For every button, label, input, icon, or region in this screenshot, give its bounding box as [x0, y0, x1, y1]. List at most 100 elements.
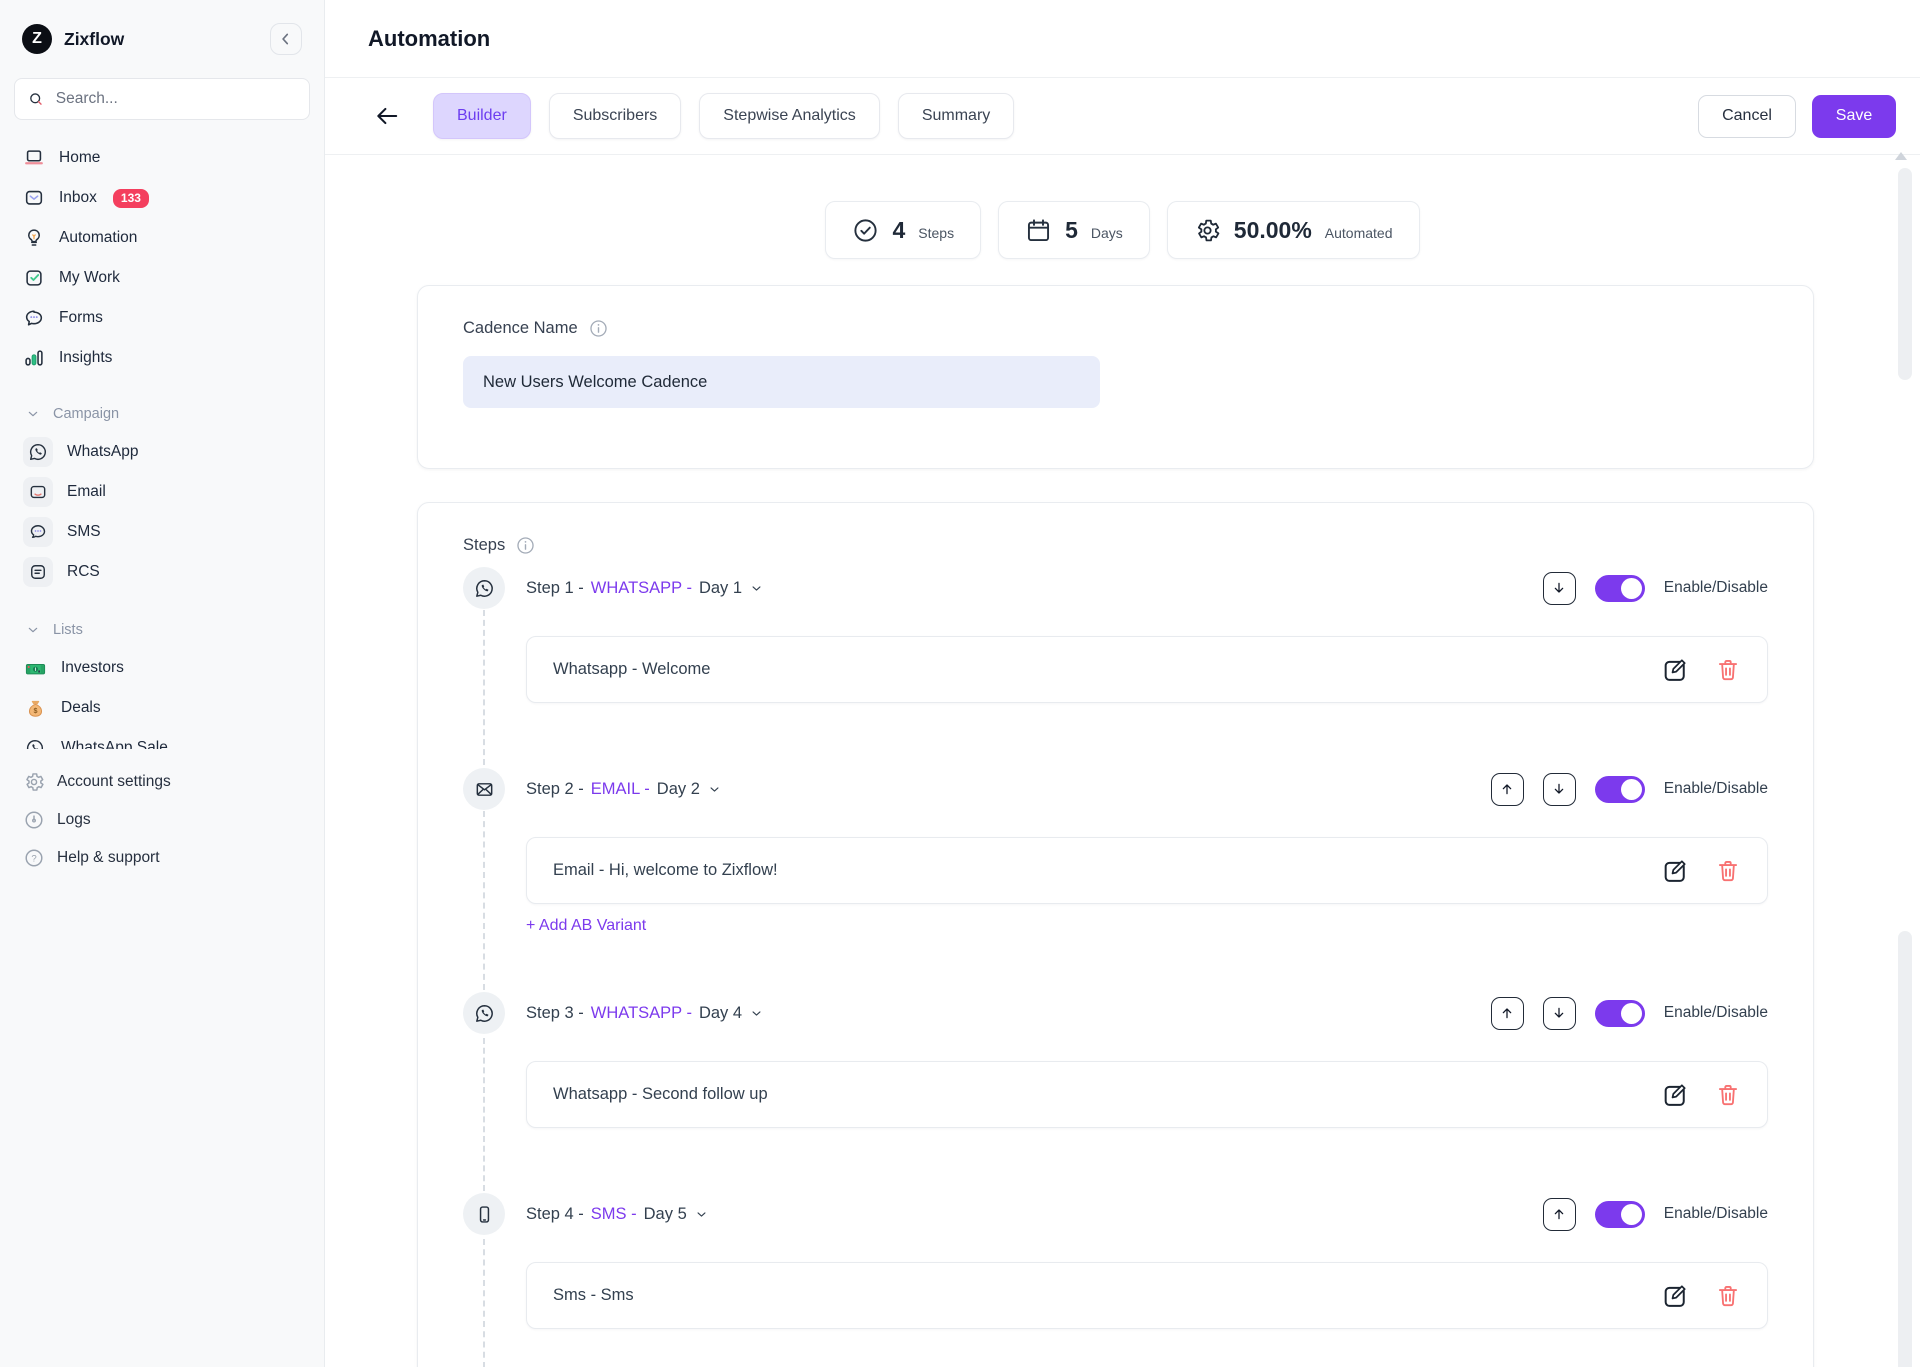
enable-disable-toggle[interactable]: [1595, 1201, 1645, 1228]
toolbar-actions: Cancel Save: [1698, 95, 1896, 138]
sidebar-item-home[interactable]: Home: [14, 138, 310, 178]
sidebar-item-label: Email: [67, 483, 106, 501]
step-2-title-dropdown[interactable]: Step 2 - EMAIL - Day 2: [526, 780, 722, 799]
enable-disable-toggle[interactable]: [1595, 1000, 1645, 1027]
enable-disable-toggle[interactable]: [1595, 575, 1645, 602]
step-1-header: Step 1 - WHATSAPP - Day 1 Enable/Disable: [463, 564, 1768, 612]
scrollbar-up-arrow[interactable]: [1895, 152, 1907, 160]
tab-stepwise-analytics[interactable]: Stepwise Analytics: [699, 93, 880, 139]
steps-panel: Steps Step 1 - WHATSAPP - Day 1: [417, 502, 1814, 1367]
edit-step-button[interactable]: [1661, 656, 1689, 684]
tab-builder[interactable]: Builder: [433, 93, 531, 139]
sidebar-item-inbox[interactable]: Inbox 133: [14, 178, 310, 218]
cadence-name-panel: Cadence Name: [417, 285, 1814, 469]
banknotes-icon: [23, 656, 47, 680]
move-step-down-button[interactable]: [1543, 773, 1576, 806]
step-4-title-dropdown[interactable]: Step 4 - SMS - Day 5: [526, 1205, 709, 1224]
move-step-up-button[interactable]: [1491, 773, 1524, 806]
arrow-up-icon: [1499, 1005, 1515, 1021]
tab-summary[interactable]: Summary: [898, 93, 1014, 139]
move-step-up-button[interactable]: [1491, 997, 1524, 1030]
edit-pencil-icon: [1661, 1081, 1689, 1109]
add-ab-variant-link[interactable]: + Add AB Variant: [526, 917, 646, 935]
sidebar-item-account-settings[interactable]: Account settings: [14, 763, 310, 801]
cancel-button[interactable]: Cancel: [1698, 95, 1796, 138]
lists-section-header[interactable]: Lists: [14, 612, 310, 648]
arrow-down-icon: [1551, 1005, 1567, 1021]
page-header: Automation: [325, 0, 1920, 78]
sidebar-item-sms[interactable]: SMS: [14, 512, 310, 552]
stat-unit: Steps: [918, 225, 954, 241]
delete-step-button[interactable]: [1715, 1283, 1741, 1309]
toggle-label: Enable/Disable: [1664, 1205, 1768, 1223]
step-4-header: Step 4 - SMS - Day 5 Enable/Disable: [463, 1190, 1768, 1238]
sidebar-item-whatsapp[interactable]: WhatsApp: [14, 432, 310, 472]
trash-icon: [1715, 657, 1741, 683]
sidebar-item-label: Automation: [59, 229, 137, 247]
sidebar-item-label: RCS: [67, 563, 100, 581]
sidebar-item-email[interactable]: Email: [14, 472, 310, 512]
sidebar-item-automation[interactable]: Automation: [14, 218, 310, 258]
save-button[interactable]: Save: [1812, 95, 1896, 138]
chevron-left-icon: [276, 29, 296, 49]
form-bubble-icon: [23, 307, 45, 329]
search-input[interactable]: [56, 90, 297, 108]
sidebar-item-my-work[interactable]: My Work: [14, 258, 310, 298]
gear-icon: [1194, 217, 1221, 244]
calendar-icon: [1025, 217, 1052, 244]
delete-step-button[interactable]: [1715, 1082, 1741, 1108]
sidebar-item-clipped[interactable]: WhatsApp Sale: [14, 728, 310, 749]
step-content-title: Email - Hi, welcome to Zixflow!: [553, 861, 778, 880]
sidebar-item-rcs[interactable]: RCS: [14, 552, 310, 592]
sidebar-item-label: Insights: [59, 349, 112, 367]
cadence-name-input[interactable]: [463, 356, 1100, 408]
page-title: Automation: [368, 26, 490, 52]
sidebar-item-logs[interactable]: Logs: [14, 801, 310, 839]
step-channel: WHATSAPP -: [591, 1004, 692, 1023]
step-4-content-card: Sms - Sms: [526, 1262, 1768, 1329]
scrollbar-thumb[interactable]: [1898, 931, 1912, 1367]
step-connector: [483, 610, 485, 765]
edit-step-button[interactable]: [1661, 857, 1689, 885]
search-box[interactable]: [14, 78, 310, 120]
sidebar-item-label: Deals: [61, 699, 101, 717]
step-day: Day 4: [699, 1004, 742, 1023]
step-3-header: Step 3 - WHATSAPP - Day 4 Enable/Disable: [463, 989, 1768, 1037]
gear-icon: [23, 771, 45, 793]
enable-disable-toggle[interactable]: [1595, 776, 1645, 803]
sidebar-item-insights[interactable]: Insights: [14, 338, 310, 378]
sidebar-item-help-support[interactable]: Help & support: [14, 839, 310, 877]
campaign-section-header[interactable]: Campaign: [14, 396, 310, 432]
sidebar-item-forms[interactable]: Forms: [14, 298, 310, 338]
edit-step-button[interactable]: [1661, 1282, 1689, 1310]
step-1-title-dropdown[interactable]: Step 1 - WHATSAPP - Day 1: [526, 579, 764, 598]
stats-row: 4 Steps 5 Days 50.00% Automated: [325, 201, 1920, 259]
edit-step-button[interactable]: [1661, 1081, 1689, 1109]
sidebar-item-label: My Work: [59, 269, 120, 287]
step-2-header: Step 2 - EMAIL - Day 2 Enable/Disable: [463, 765, 1768, 813]
delete-step-button[interactable]: [1715, 657, 1741, 683]
edit-pencil-icon: [1661, 857, 1689, 885]
question-circle-icon: [23, 847, 45, 869]
sidebar-item-label: Inbox: [59, 189, 97, 207]
cadence-name-label: Cadence Name: [463, 319, 578, 338]
tab-subscribers[interactable]: Subscribers: [549, 93, 681, 139]
move-step-down-button[interactable]: [1543, 997, 1576, 1030]
chevron-down-icon: [25, 406, 41, 422]
arrow-down-icon: [1551, 580, 1567, 596]
step-channel: EMAIL -: [591, 780, 650, 799]
sidebar-item-label: SMS: [67, 523, 101, 541]
step-3-title-dropdown[interactable]: Step 3 - WHATSAPP - Day 4: [526, 1004, 764, 1023]
move-step-down-button[interactable]: [1543, 572, 1576, 605]
delete-step-button[interactable]: [1715, 858, 1741, 884]
stat-value: 50.00%: [1234, 217, 1312, 244]
sidebar-item-investors[interactable]: Investors: [14, 648, 310, 688]
chevron-down-icon: [749, 581, 764, 596]
sms-bubble-icon: [23, 517, 53, 547]
scrollbar-thumb[interactable]: [1898, 168, 1912, 380]
back-button[interactable]: [369, 98, 405, 134]
clipped-list-item: WhatsApp Sale: [14, 728, 310, 749]
sidebar-collapse-button[interactable]: [270, 23, 302, 55]
sidebar-item-deals[interactable]: Deals: [14, 688, 310, 728]
move-step-up-button[interactable]: [1543, 1198, 1576, 1231]
